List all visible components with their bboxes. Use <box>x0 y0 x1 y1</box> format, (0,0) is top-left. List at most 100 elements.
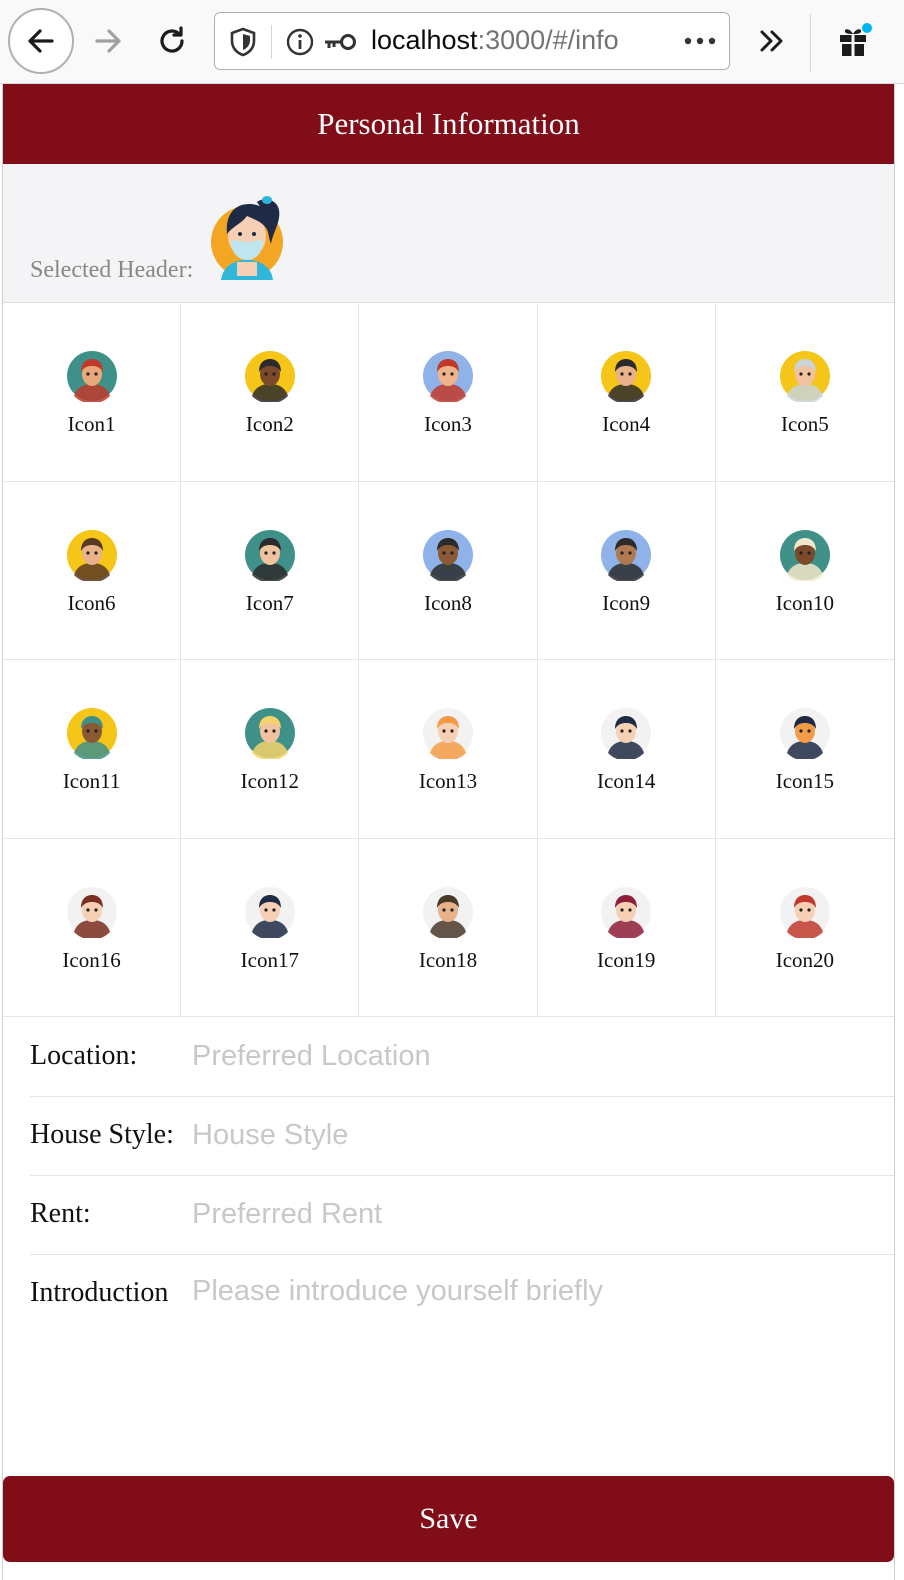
avatar-option[interactable]: Icon8 <box>359 481 538 660</box>
selected-avatar-icon <box>211 196 283 280</box>
avatar-option[interactable]: Icon1 <box>3 303 182 482</box>
address-bar[interactable]: localhost:3000/#/info <box>214 12 730 70</box>
avatar-grid: Icon1 Icon2 Icon3 Icon4 Icon5 Icon6 Icon7 Icon8… <box>3 303 894 1017</box>
reload-button[interactable] <box>148 16 196 66</box>
avatar-icon <box>601 351 652 403</box>
shield-icon[interactable] <box>229 27 257 57</box>
avatar-option[interactable]: Icon12 <box>181 660 360 839</box>
avatar-icon <box>244 708 295 760</box>
avatar-option[interactable]: Icon15 <box>715 660 894 839</box>
avatar-option[interactable]: Icon6 <box>3 481 182 660</box>
key-icon[interactable] <box>323 31 357 53</box>
avatar-label: Icon3 <box>424 412 472 437</box>
avatar-icon <box>779 708 830 760</box>
info-icon[interactable] <box>285 27 315 57</box>
reload-icon <box>160 26 184 53</box>
avatar-label: Icon11 <box>62 769 121 794</box>
toolbar-divider <box>810 14 811 72</box>
forward-button[interactable] <box>84 16 132 66</box>
avatar-option[interactable]: Icon13 <box>359 660 538 839</box>
avatar-icon <box>244 351 295 403</box>
avatar-option[interactable]: Icon14 <box>537 660 716 839</box>
gift-icon <box>840 23 872 56</box>
avatar-option[interactable]: Icon20 <box>715 839 894 1017</box>
forward-arrow-icon <box>95 29 121 53</box>
avatar-label: Icon4 <box>602 412 651 437</box>
avatar-label: Icon17 <box>240 947 299 972</box>
avatar-icon <box>601 708 652 760</box>
avatar-icon <box>66 886 117 938</box>
avatar-label: Icon16 <box>62 947 121 972</box>
avatar-label: Icon20 <box>775 947 835 972</box>
avatar-label: Icon1 <box>67 412 116 437</box>
page-title: Personal Information <box>317 106 580 141</box>
url-path: :3000/#/info <box>477 25 619 55</box>
avatar-icon <box>66 351 117 403</box>
avatar-icon <box>422 708 473 760</box>
avatar-option[interactable]: Icon7 <box>181 481 360 660</box>
introduction-field: Introduction <box>30 1255 894 1445</box>
avatar-label: Icon2 <box>245 412 294 437</box>
avatar-label: Icon8 <box>424 590 472 615</box>
avatar-option[interactable]: Icon16 <box>3 838 182 1017</box>
selected-header-label: Selected Header: <box>30 257 194 283</box>
avatar-icon <box>779 351 830 403</box>
avatar-option[interactable]: Icon2 <box>181 303 360 482</box>
introduction-label: Introduction <box>30 1277 169 1308</box>
avatar-option[interactable]: Icon11 <box>3 660 182 839</box>
house-style-label: House Style: <box>30 1119 174 1150</box>
avatar-option[interactable]: Icon4 <box>537 303 716 482</box>
avatar-option[interactable]: Icon19 <box>537 838 716 1017</box>
url-text[interactable]: localhost:3000/#/info <box>371 25 619 56</box>
avatar-label: Icon19 <box>597 947 656 972</box>
house-style-field: House Style: <box>30 1097 894 1176</box>
back-button[interactable] <box>8 8 74 74</box>
chevron-double-right-icon <box>760 30 783 52</box>
profile-form: Location: House Style: Rent: Introductio… <box>3 1018 894 1445</box>
avatar-option[interactable]: Icon18 <box>359 838 538 1017</box>
avatar-icon <box>244 886 295 938</box>
avatar-label: Icon14 <box>597 769 656 794</box>
url-host: localhost <box>371 25 478 55</box>
avatar-option[interactable]: Icon10 <box>715 482 894 660</box>
avatar-label: Icon10 <box>775 590 835 615</box>
back-arrow-icon <box>28 29 54 53</box>
more-dots-icon[interactable] <box>683 29 717 53</box>
avatar-option[interactable]: Icon5 <box>715 303 894 482</box>
introduction-textarea[interactable] <box>192 1275 872 1435</box>
avatar-label: Icon13 <box>418 769 478 794</box>
avatar-icon <box>422 351 473 403</box>
location-label: Location: <box>30 1040 138 1071</box>
avatar-icon <box>66 708 117 760</box>
rent-label: Rent: <box>30 1198 91 1229</box>
avatar-icon <box>779 529 830 581</box>
toolbar-overflow-button[interactable] <box>746 16 798 66</box>
avatar-label: Icon5 <box>780 412 829 437</box>
avatar-option[interactable]: Icon9 <box>537 481 716 660</box>
avatar-option[interactable]: Icon17 <box>181 838 360 1017</box>
avatar-label: Icon6 <box>67 590 116 615</box>
info-page: Personal Information Selected Header: Ic… <box>2 84 895 1580</box>
rent-input[interactable] <box>192 1192 872 1236</box>
location-field: Location: <box>30 1018 894 1097</box>
avatar-label: Icon9 <box>602 590 651 615</box>
avatar-icon <box>244 529 295 581</box>
rent-field: Rent: <box>30 1176 894 1255</box>
avatar-option[interactable]: Icon3 <box>359 303 538 482</box>
address-bar-divider <box>271 25 272 59</box>
avatar-icon <box>66 529 117 581</box>
page-title-bar: Personal Information <box>3 84 894 164</box>
avatar-icon <box>422 529 473 581</box>
avatar-label: Icon18 <box>418 947 478 972</box>
house-style-input[interactable] <box>192 1113 872 1157</box>
avatar-icon <box>601 886 652 938</box>
avatar-icon <box>601 529 652 581</box>
whats-new-button[interactable] <box>826 16 882 66</box>
save-button[interactable]: Save <box>3 1476 894 1562</box>
avatar-label: Icon7 <box>245 590 294 615</box>
avatar-icon <box>779 886 830 938</box>
avatar-icon <box>422 886 473 938</box>
avatar-label: Icon15 <box>775 769 835 794</box>
avatar-label: Icon12 <box>240 769 299 794</box>
location-input[interactable] <box>192 1034 872 1078</box>
